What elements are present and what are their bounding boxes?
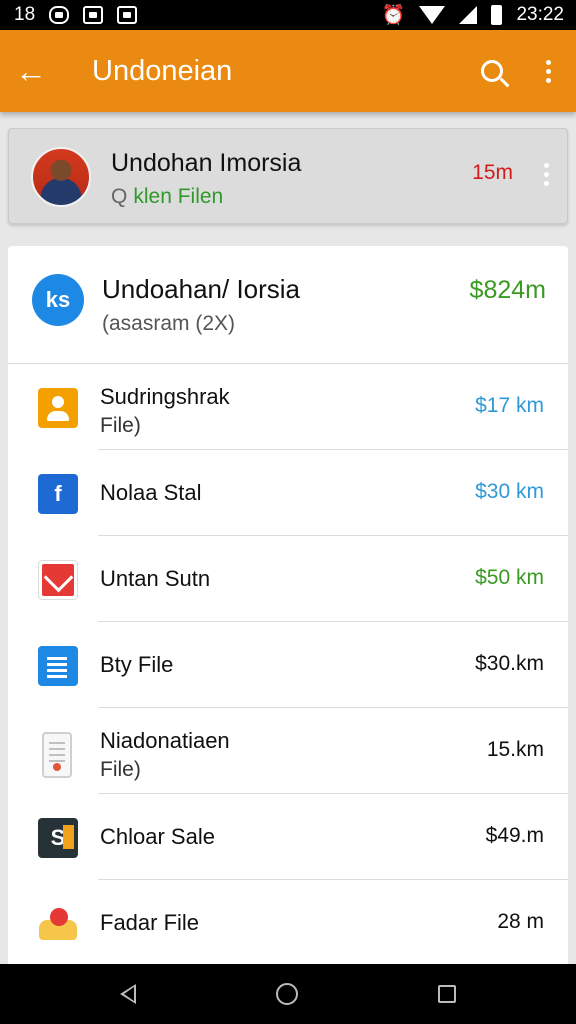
- user-icon: [38, 388, 78, 428]
- account-more-button[interactable]: [544, 163, 549, 186]
- notification-icon: [49, 6, 70, 24]
- summary-row[interactable]: ks Undoahan/ Iorsia (asasram (2X) $824m: [8, 246, 568, 364]
- app-logo-icon: ks: [32, 274, 84, 326]
- item-amount: $17 km: [475, 394, 544, 417]
- summary-subtitle: (asasram (2X): [102, 312, 236, 335]
- signal-icon: [459, 6, 478, 24]
- list-item[interactable]: Bty File $30.km: [8, 622, 568, 708]
- item-amount: 15.km: [486, 738, 544, 761]
- item-amount: $30 km: [475, 480, 544, 503]
- item-amount: $30.km: [475, 652, 544, 675]
- item-amount: $50 km: [475, 566, 544, 589]
- image-notification-icon: [83, 6, 104, 24]
- navigation-bar: [0, 964, 576, 1024]
- app-title: Undoneian: [92, 54, 233, 87]
- list-item[interactable]: Sudringshrak File) $17 km: [8, 364, 568, 450]
- item-amount: 28 m: [497, 910, 544, 933]
- more-vert-icon: [544, 163, 549, 186]
- list-item[interactable]: S Chloar Sale $49.m: [8, 794, 568, 880]
- item-title: Niadonatiaen: [100, 728, 230, 753]
- page-icon: [42, 732, 72, 778]
- more-vert-icon: [545, 59, 551, 83]
- nav-back-icon[interactable]: [120, 984, 136, 1004]
- account-amount: 15m: [472, 161, 513, 184]
- battery-icon: [491, 5, 503, 25]
- summary-title: Undoahan/ Iorsia: [102, 274, 301, 304]
- account-subtitle: Qklen Filen: [111, 185, 223, 209]
- wifi-icon: [419, 6, 446, 24]
- item-title: Chloar Sale: [100, 824, 215, 849]
- account-card[interactable]: Undohan Imorsia Qklen Filen 15m: [8, 128, 568, 224]
- account-subtitle-prefix: Q: [111, 185, 128, 208]
- status-left-text: 18: [14, 4, 36, 25]
- overflow-menu-button[interactable]: [520, 30, 576, 112]
- status-time: 23:22: [516, 4, 564, 25]
- item-title: Bty File: [100, 652, 174, 677]
- list-item[interactable]: Fadar File 28 m: [8, 880, 568, 966]
- status-bar: 18 ⏰ 23:22: [0, 0, 576, 30]
- summary-amount: $824m: [469, 276, 546, 304]
- account-subtitle-text: klen Filen: [133, 185, 224, 208]
- terminal-icon: S: [38, 818, 78, 858]
- search-button[interactable]: [464, 30, 520, 112]
- nav-home-icon[interactable]: [276, 983, 298, 1005]
- facebook-icon: f: [38, 474, 78, 514]
- transaction-list-card: ks Undoahan/ Iorsia (asasram (2X) $824m …: [8, 246, 568, 966]
- account-name: Undohan Imorsia: [111, 149, 302, 177]
- back-arrow-icon[interactable]: ←: [0, 30, 62, 112]
- nav-recents-icon[interactable]: [438, 985, 456, 1003]
- item-title: Fadar File: [100, 910, 200, 935]
- item-title: Untan Sutn: [100, 566, 211, 591]
- search-icon: [481, 60, 503, 82]
- mail-icon: [38, 560, 78, 600]
- list-item[interactable]: f Nolaa Stal $30 km: [8, 450, 568, 536]
- item-title: Nolaa Stal: [100, 480, 202, 505]
- document-icon: [38, 646, 78, 686]
- app-bar: ← Undoneian: [0, 30, 576, 112]
- item-subtitle: File): [100, 414, 141, 437]
- list-item[interactable]: Niadonatiaen File) 15.km: [8, 708, 568, 794]
- list-item[interactable]: Untan Sutn $50 km: [8, 536, 568, 622]
- item-amount: $49.m: [485, 824, 544, 847]
- message-notification-icon: [117, 6, 138, 24]
- avatar: [31, 147, 91, 207]
- item-title: Sudringshrak: [100, 384, 230, 409]
- item-subtitle: File): [100, 758, 141, 781]
- folder-icon: [38, 904, 78, 944]
- alarm-icon: ⏰: [381, 5, 406, 26]
